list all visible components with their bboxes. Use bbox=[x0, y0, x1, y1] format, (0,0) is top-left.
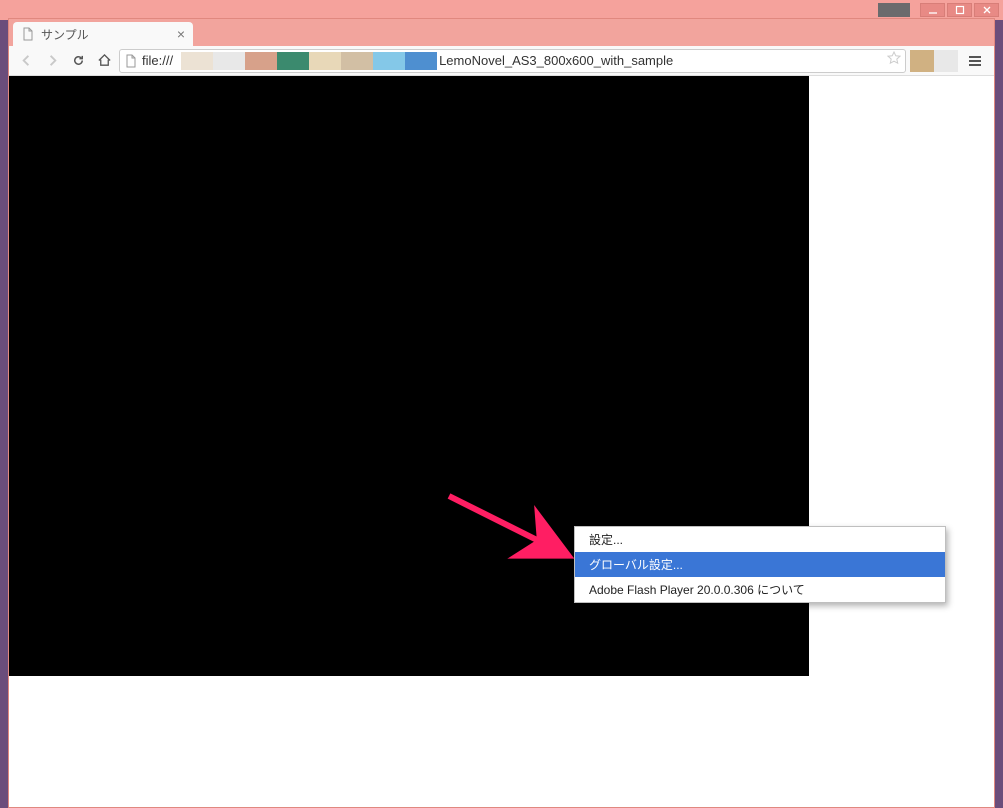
maximize-button[interactable] bbox=[947, 3, 972, 17]
swatch bbox=[213, 52, 245, 70]
os-titlebar bbox=[0, 0, 1003, 20]
page-icon bbox=[21, 27, 35, 41]
swatch bbox=[405, 52, 437, 70]
chrome-menu-button[interactable] bbox=[962, 49, 988, 73]
address-bar: file:/// LemoNovel_AS3_800x600_with_samp… bbox=[9, 46, 994, 76]
tab-strip: サンプル × bbox=[9, 19, 994, 46]
titlebar-placeholder bbox=[878, 3, 910, 17]
flash-context-menu: 設定...グローバル設定...Adobe Flash Player 20.0.0… bbox=[574, 526, 946, 603]
extension-icon[interactable] bbox=[934, 50, 958, 72]
home-button[interactable] bbox=[93, 50, 115, 72]
context-menu-item[interactable]: Adobe Flash Player 20.0.0.306 について bbox=[575, 577, 945, 602]
extension-box[interactable] bbox=[910, 50, 958, 72]
page-content: 設定...グローバル設定...Adobe Flash Player 20.0.0… bbox=[9, 76, 994, 807]
omnibox[interactable]: file:/// LemoNovel_AS3_800x600_with_samp… bbox=[119, 49, 906, 73]
reload-button[interactable] bbox=[67, 50, 89, 72]
color-swatches bbox=[181, 52, 437, 70]
swatch bbox=[309, 52, 341, 70]
swatch bbox=[277, 52, 309, 70]
swatch bbox=[181, 52, 213, 70]
extension-icon[interactable] bbox=[910, 50, 934, 72]
close-button[interactable] bbox=[974, 3, 999, 17]
browser-window: サンプル × file:/// LemoNovel_AS3_800x600_wi… bbox=[8, 18, 995, 808]
tab-close-icon[interactable]: × bbox=[177, 26, 185, 42]
swatch bbox=[373, 52, 405, 70]
tab-active[interactable]: サンプル × bbox=[13, 22, 193, 46]
forward-button[interactable] bbox=[41, 50, 63, 72]
context-menu-item[interactable]: 設定... bbox=[575, 527, 945, 552]
bookmark-star-icon[interactable] bbox=[887, 51, 901, 70]
url-text: file:/// LemoNovel_AS3_800x600_with_samp… bbox=[142, 52, 673, 70]
tab-title: サンプル bbox=[41, 26, 89, 43]
context-menu-item[interactable]: グローバル設定... bbox=[575, 552, 945, 577]
page-icon bbox=[124, 54, 138, 68]
swatch bbox=[341, 52, 373, 70]
minimize-button[interactable] bbox=[920, 3, 945, 17]
swatch bbox=[245, 52, 277, 70]
back-button[interactable] bbox=[15, 50, 37, 72]
